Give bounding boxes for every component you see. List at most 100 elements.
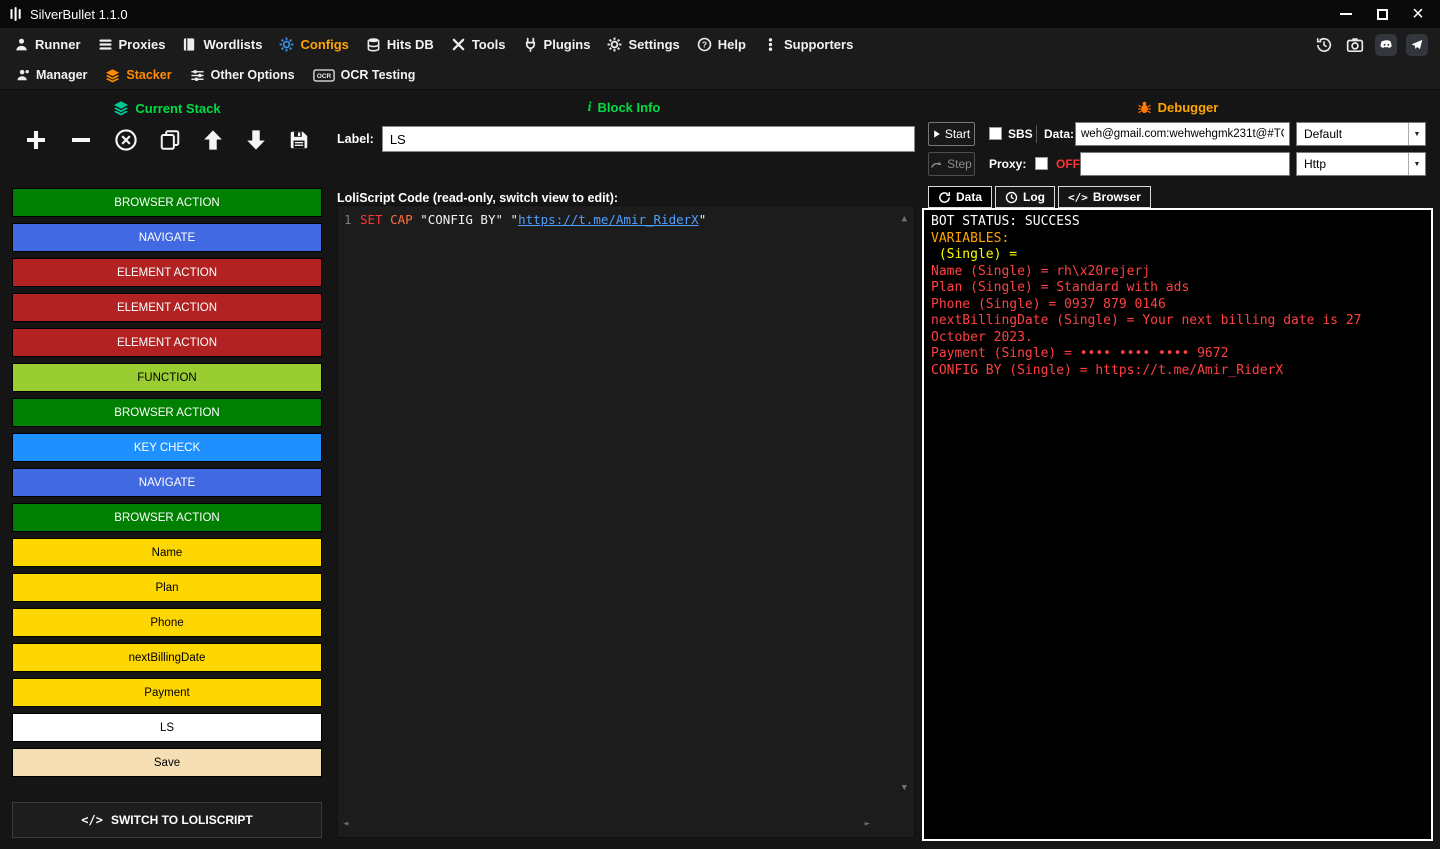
stack-block[interactable]: LS: [12, 713, 322, 742]
scroll-right-icon[interactable]: ►: [865, 820, 870, 829]
menu-hits-db[interactable]: Hits DB: [358, 32, 442, 57]
close-button[interactable]: ×: [1400, 0, 1436, 28]
scroll-left-icon[interactable]: ◄: [343, 820, 348, 829]
stack-panel: Current Stack BROWSER ACTION NAVIGATE EL…: [8, 90, 326, 849]
menu-proxies[interactable]: Proxies: [90, 32, 174, 57]
stack-block[interactable]: BROWSER ACTION: [12, 503, 322, 532]
plus-icon: [27, 131, 45, 149]
step-button[interactable]: Step: [928, 152, 975, 176]
scroll-up-icon[interactable]: ▲: [902, 215, 907, 224]
label-caption: Label:: [337, 132, 374, 146]
log-line: BOT STATUS: SUCCESS: [931, 214, 1080, 229]
hits-db-icon: [367, 38, 380, 52]
stack-block[interactable]: Save: [12, 748, 322, 777]
log-line: nextBillingDate (Single) = Your next bil…: [931, 313, 1370, 345]
stack-block[interactable]: BROWSER ACTION: [12, 188, 322, 217]
menu-tools[interactable]: Tools: [443, 32, 514, 57]
titlebar: SilverBullet 1.1.0 ×: [0, 0, 1440, 28]
tab-browser[interactable]: </> Browser: [1058, 186, 1151, 208]
close-icon: ×: [1412, 3, 1424, 25]
label-row: Label:: [337, 126, 915, 152]
wordlist-type-combo[interactable]: Default ▼: [1296, 122, 1426, 146]
log-line: VARIABLES:: [931, 230, 1010, 246]
proxy-input[interactable]: [1080, 152, 1290, 176]
move-down-button[interactable]: [245, 129, 267, 151]
settings-gear-icon: [608, 37, 622, 52]
menu-label: Hits DB: [386, 37, 434, 52]
supporters-icon: [768, 38, 773, 51]
refresh-icon: [939, 191, 951, 203]
add-block-button[interactable]: [24, 128, 48, 152]
code-brackets-icon: </>: [1068, 190, 1088, 204]
code-brackets-icon: </>: [81, 813, 103, 827]
move-up-button[interactable]: [202, 129, 224, 151]
sbs-checkbox[interactable]: [989, 127, 1002, 140]
debugger-output[interactable]: BOT STATUS: SUCCESS VARIABLES: (Single) …: [922, 208, 1433, 841]
stack-block[interactable]: NAVIGATE: [12, 468, 322, 497]
save-config-button[interactable]: [288, 129, 310, 151]
menu-plugins[interactable]: Plugins: [515, 32, 599, 57]
main-menubar: Runner Proxies Wordlists Configs Hits DB…: [0, 28, 1440, 61]
block-label-input[interactable]: [381, 126, 915, 152]
stack-block[interactable]: Plan: [12, 573, 322, 602]
circle-x-icon: [115, 129, 137, 151]
data-label: Data:: [1044, 127, 1075, 141]
tab-data[interactable]: Data: [928, 186, 993, 208]
stack-block[interactable]: FUNCTION: [12, 363, 322, 392]
clear-stack-button[interactable]: [114, 128, 138, 152]
copy-icon: [160, 130, 180, 150]
subnav-stacker[interactable]: Stacker: [97, 64, 179, 87]
log-line: Phone (Single) = 0937 879 0146: [931, 296, 1166, 312]
menu-runner[interactable]: Runner: [6, 32, 89, 57]
history-icon[interactable]: [1313, 34, 1335, 56]
log-line: Plan (Single) = Standard with ads: [931, 280, 1190, 295]
proxy-label: Proxy:: [989, 157, 1027, 171]
stack-block[interactable]: BROWSER ACTION: [12, 398, 322, 427]
start-button[interactable]: Start: [928, 122, 975, 146]
tab-log[interactable]: Log: [995, 186, 1056, 208]
menu-supporters[interactable]: Supporters: [755, 32, 861, 57]
code-caption: LoliScript Code (read-only, switch view …: [337, 191, 619, 205]
minimize-button[interactable]: [1328, 0, 1364, 28]
block-info-header: i Block Info: [330, 100, 918, 115]
menu-settings[interactable]: Settings: [599, 32, 687, 57]
proxy-status: OFF: [1056, 157, 1080, 171]
menu-help[interactable]: ? Help: [689, 32, 754, 57]
menu-configs[interactable]: Configs: [271, 32, 356, 57]
stack-block[interactable]: Payment: [12, 678, 322, 707]
menu-label: Proxies: [118, 37, 166, 52]
menu-label: Wordlists: [203, 37, 263, 52]
maximize-button[interactable]: [1364, 0, 1400, 28]
subnav-manager[interactable]: Manager: [8, 64, 95, 86]
stack-block[interactable]: KEY CHECK: [12, 433, 322, 462]
data-input[interactable]: [1075, 122, 1290, 146]
scroll-down-icon[interactable]: ▼: [902, 784, 907, 793]
controls-divider: [1036, 125, 1037, 143]
subnav-other-options[interactable]: Other Options: [182, 64, 303, 87]
menu-label: Tools: [471, 37, 506, 52]
menu-wordlists[interactable]: Wordlists: [174, 32, 270, 57]
switch-to-loliscript-button[interactable]: </> SWITCH TO LOLISCRIPT: [12, 802, 322, 838]
loliscript-code-view[interactable]: 1 SET CAP "CONFIG BY" "https://t.me/Amir…: [337, 205, 915, 838]
log-line: (Single) =: [931, 247, 1025, 262]
stack-block[interactable]: ELEMENT ACTION: [12, 328, 322, 357]
clone-block-button[interactable]: [159, 129, 181, 151]
configs-gear-icon: [280, 37, 294, 52]
camera-icon[interactable]: [1344, 34, 1366, 56]
stack-block[interactable]: NAVIGATE: [12, 223, 322, 252]
stack-block[interactable]: ELEMENT ACTION: [12, 258, 322, 287]
remove-block-button[interactable]: [69, 128, 93, 152]
proxy-type-combo[interactable]: Http ▼: [1296, 152, 1426, 176]
manager-icon: [17, 69, 29, 81]
stack-block[interactable]: ELEMENT ACTION: [12, 293, 322, 322]
stack-block[interactable]: Phone: [12, 608, 322, 637]
code-line: 1 SET CAP "CONFIG BY" "https://t.me/Amir…: [344, 212, 908, 227]
telegram-icon[interactable]: [1406, 33, 1428, 56]
proxy-checkbox[interactable]: [1035, 157, 1048, 170]
debugger-panel: Debugger Start Step SBS Data: Default ▼ …: [922, 90, 1433, 849]
subnav-ocr-testing[interactable]: OCR OCR Testing: [305, 64, 424, 86]
discord-icon[interactable]: [1375, 33, 1397, 56]
stack-block[interactable]: nextBillingDate: [12, 643, 322, 672]
proxies-icon: [98, 39, 112, 50]
stack-block[interactable]: Name: [12, 538, 322, 567]
